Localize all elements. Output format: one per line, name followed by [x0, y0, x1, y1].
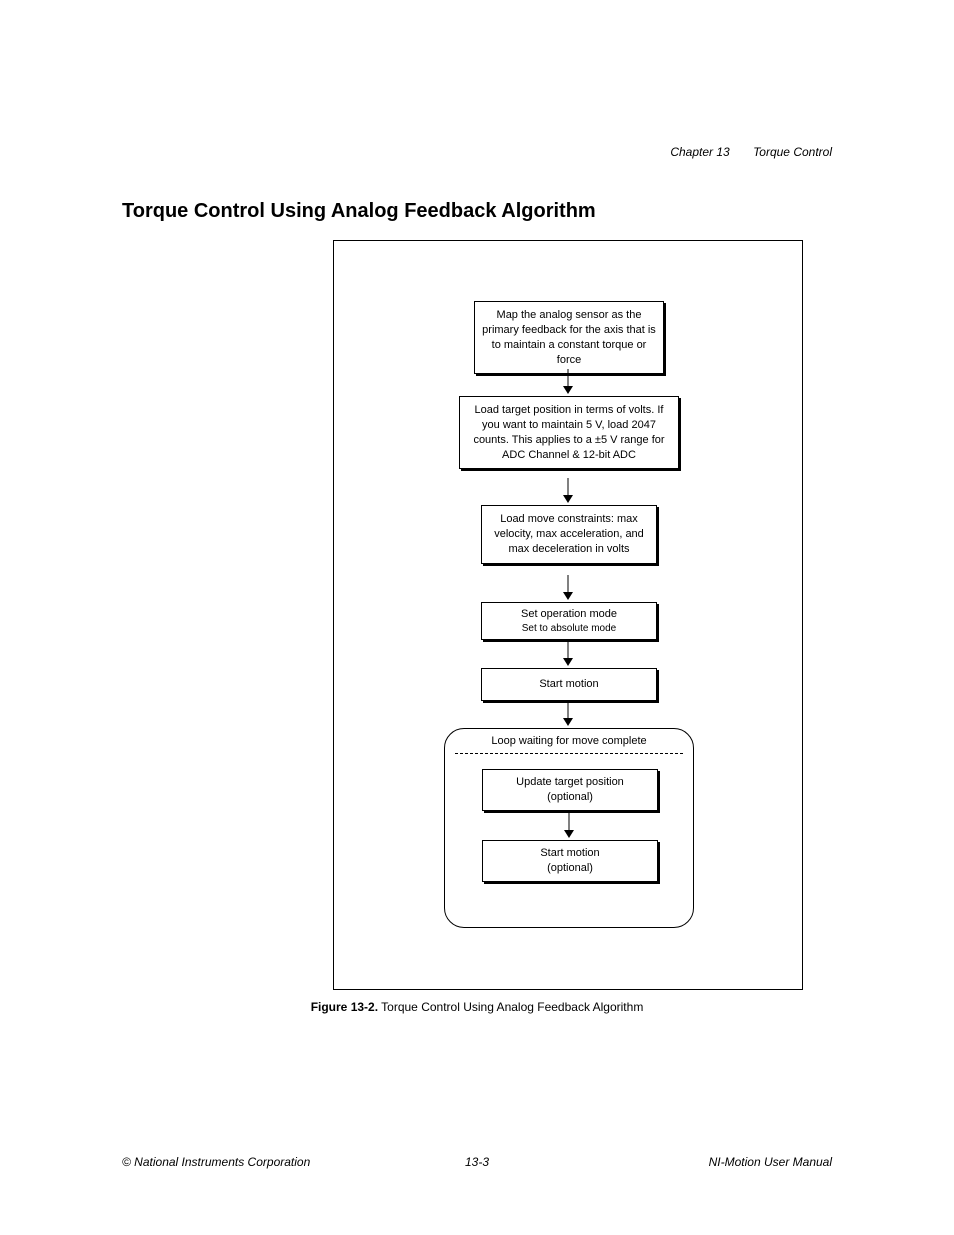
start-opt-line2: (optional) [488, 861, 652, 876]
header-title: Torque Control [753, 145, 832, 159]
update-line2: (optional) [488, 790, 652, 805]
start-opt-line1: Start motion [488, 846, 652, 861]
arrow [568, 641, 569, 658]
loop-label: Loop waiting for move complete [445, 735, 693, 747]
flow-box-start-motion: Start motion [481, 668, 657, 701]
flow-box-start-motion-opt: Start motion (optional) [482, 840, 658, 882]
arrow-head-icon [563, 386, 573, 394]
arrow [568, 575, 569, 592]
arrow-head-icon [563, 592, 573, 600]
flowchart: Map the analog sensor as the primary fee… [334, 241, 802, 989]
arrow-head-icon [563, 495, 573, 503]
flow-box-operation-mode: Set operation mode Set to absolute mode [481, 602, 657, 640]
update-line1: Update target position [488, 775, 652, 790]
arrow-head-icon [563, 658, 573, 666]
page-header: Chapter 13 Torque Control [670, 145, 832, 159]
op-mode-line1: Set operation mode [486, 607, 652, 622]
caption-text: Torque Control Using Analog Feedback Alg… [378, 1000, 643, 1014]
flow-box-map-sensor: Map the analog sensor as the primary fee… [474, 301, 664, 374]
loop-divider [455, 753, 683, 754]
arrow-head-icon [564, 830, 574, 838]
footer-manual-title: NI-Motion User Manual [709, 1155, 832, 1169]
op-mode-line2: Set to absolute mode [486, 622, 652, 636]
arrow [568, 701, 569, 718]
section-title: Torque Control Using Analog Feedback Alg… [122, 200, 596, 223]
caption-bold: Figure 13-2. [311, 1000, 378, 1014]
arrow [568, 369, 569, 386]
figure-frame: Map the analog sensor as the primary fee… [333, 240, 803, 990]
loop-container: Loop waiting for move complete Update ta… [444, 728, 694, 928]
flow-box-load-constraints: Load move constraints: max velocity, max… [481, 505, 657, 564]
arrow [568, 478, 569, 495]
figure-caption: Figure 13-2. Torque Control Using Analog… [0, 1000, 954, 1014]
arrow-head-icon [563, 718, 573, 726]
flow-box-load-position: Load target position in terms of volts. … [459, 396, 679, 469]
flow-box-update-position: Update target position (optional) [482, 769, 658, 811]
header-chapter: Chapter 13 [670, 145, 729, 159]
arrow [569, 813, 570, 830]
